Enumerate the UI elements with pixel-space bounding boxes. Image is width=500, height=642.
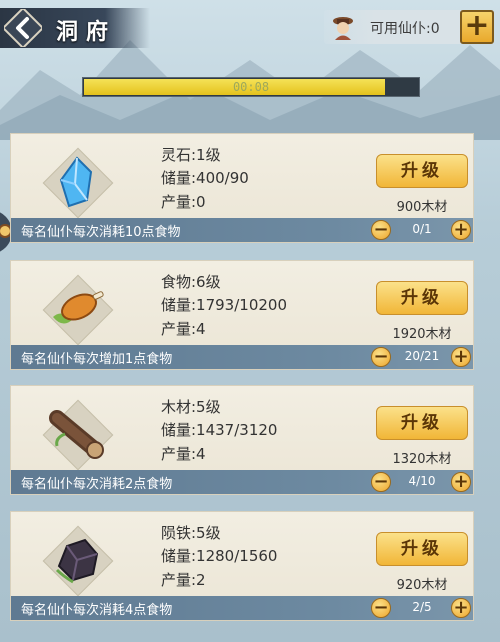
- resource-production: 产量:4: [161, 445, 206, 463]
- upgrade-button[interactable]: 升级: [376, 281, 468, 315]
- upgrade-button[interactable]: 升级: [376, 154, 468, 188]
- resource-level: 灵石:1级: [161, 146, 221, 164]
- spirit-stone-crystal-icon: [59, 156, 93, 208]
- roast-drumstick-icon: [53, 291, 104, 324]
- upgrade-cost: 1920木材: [392, 327, 452, 342]
- remove-servant-button[interactable]: −: [371, 598, 391, 618]
- meteor-iron-ore-icon: [55, 538, 99, 584]
- resource-card-spirit-stone: 灵石:1级 储量:400/90 产量:0 升级 900木材 每名仙仆每次消耗10…: [10, 133, 474, 243]
- assigned-servant-count: 2/5: [412, 600, 432, 614]
- back-arrow-icon[interactable]: [4, 9, 42, 47]
- add-servant-button[interactable]: +: [460, 10, 494, 44]
- resource-capacity: 储量:1437/3120: [161, 421, 278, 439]
- resource-capacity: 储量:1793/10200: [161, 296, 287, 314]
- page-title: 洞府: [56, 19, 117, 45]
- card-footer: 每名仙仆每次消耗4点食物 − 2/5 +: [11, 596, 473, 620]
- remove-servant-button[interactable]: −: [371, 347, 391, 367]
- resource-production: 产量:4: [161, 320, 206, 338]
- assign-servant-button[interactable]: +: [451, 598, 471, 618]
- servant-avatar-icon: [333, 17, 353, 40]
- upgrade-button[interactable]: 升级: [376, 532, 468, 566]
- upgrade-cost: 920木材: [396, 578, 448, 593]
- card-footer: 每名仙仆每次增加1点食物 − 20/21 +: [11, 345, 473, 369]
- upgrade-cost: 1320木材: [392, 452, 452, 467]
- assign-servant-button[interactable]: +: [451, 472, 471, 492]
- resource-card-food: 食物:6级 储量:1793/10200 产量:4 升级 1920木材 每名仙仆每…: [10, 260, 474, 370]
- upgrade-cost: 900木材: [396, 200, 448, 215]
- resource-level: 木材:5级: [161, 398, 221, 416]
- remove-servant-button[interactable]: −: [371, 220, 391, 240]
- assign-servant-button[interactable]: +: [451, 347, 471, 367]
- timer-text: 00:08: [232, 80, 270, 94]
- card-footer: 每名仙仆每次消耗10点食物 − 0/1 +: [11, 218, 473, 242]
- wood-log-icon: [49, 410, 104, 459]
- remove-servant-button[interactable]: −: [371, 472, 391, 492]
- servant-consumption-text: 每名仙仆每次消耗10点食物: [21, 225, 181, 240]
- assign-servant-button[interactable]: +: [451, 220, 471, 240]
- resource-capacity: 储量:1280/1560: [161, 547, 278, 565]
- assigned-servant-count: 4/10: [408, 474, 436, 488]
- available-servants-bar: 可用仙仆:0 +: [324, 10, 494, 44]
- resource-level: 陨铁:5级: [161, 524, 221, 542]
- timer-progress-bar: 00:08: [82, 77, 420, 97]
- servant-consumption-text: 每名仙仆每次增加1点食物: [21, 352, 173, 367]
- card-footer: 每名仙仆每次消耗2点食物 − 4/10 +: [11, 470, 473, 494]
- assigned-servant-count: 0/1: [412, 222, 432, 236]
- upgrade-button[interactable]: 升级: [376, 406, 468, 440]
- resource-production: 产量:2: [161, 571, 206, 589]
- servant-consumption-text: 每名仙仆每次消耗2点食物: [21, 477, 173, 492]
- resource-card-meteor-iron: 陨铁:5级 储量:1280/1560 产量:2 升级 920木材 每名仙仆每次消…: [10, 511, 474, 621]
- available-servants-label: 可用仙仆:0: [370, 21, 440, 37]
- resource-level: 食物:6级: [161, 273, 221, 291]
- resource-production: 产量:0: [161, 193, 206, 211]
- resource-card-wood: 木材:5级 储量:1437/3120 产量:4 升级 1320木材 每名仙仆每次…: [10, 385, 474, 495]
- resource-capacity: 储量:400/90: [161, 169, 249, 187]
- servant-consumption-text: 每名仙仆每次消耗4点食物: [21, 603, 173, 618]
- assigned-servant-count: 20/21: [404, 349, 440, 363]
